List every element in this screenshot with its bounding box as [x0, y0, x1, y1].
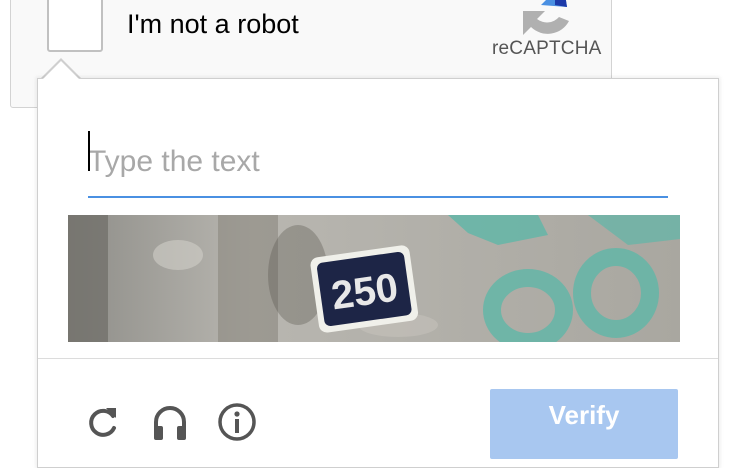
captcha-photo: 250 — [68, 215, 680, 342]
captcha-image-text: 250 — [329, 266, 401, 319]
headphones-icon[interactable] — [150, 402, 190, 442]
footer-divider — [38, 358, 718, 359]
verify-button[interactable]: Verify — [490, 389, 678, 459]
captcha-image: 250 — [68, 215, 680, 342]
text-caret — [88, 131, 90, 171]
checkbox-label: I'm not a robot — [127, 9, 299, 39]
captcha-number-plate: 250 — [310, 245, 419, 333]
recaptcha-logo-icon — [523, 0, 569, 35]
captcha-text-input[interactable] — [88, 128, 668, 198]
bubble-arrow — [42, 61, 80, 80]
info-icon[interactable] — [217, 402, 257, 442]
not-a-robot-checkbox[interactable] — [47, 0, 103, 52]
reload-icon[interactable] — [82, 402, 122, 442]
recaptcha-logo-text: reCAPTCHA — [492, 38, 602, 59]
